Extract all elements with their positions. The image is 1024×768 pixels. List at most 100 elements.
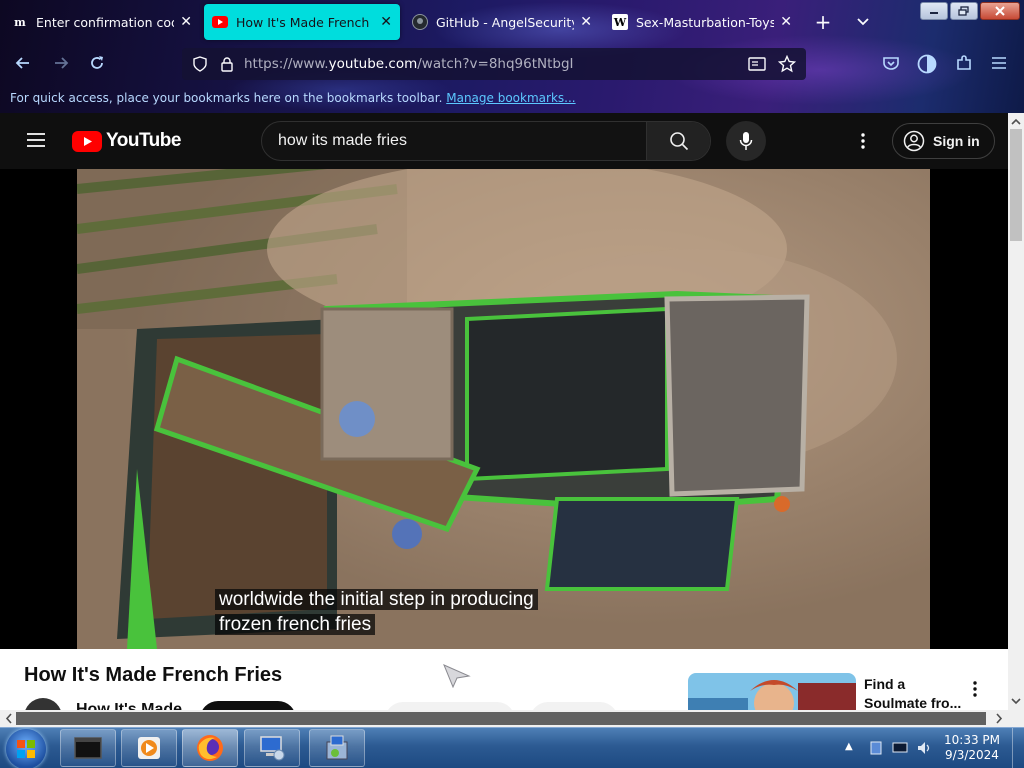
tab-wikipedia[interactable]: W Sex-Masturbation-Toys Co ✕ [604,4,800,40]
restore-button[interactable] [950,2,978,20]
video-player[interactable]: worldwide the initial step in producing … [77,169,930,649]
tab-label: Enter confirmation code | M [36,14,174,30]
video-frame-harvester [77,169,930,649]
chevron-down-icon [857,18,869,26]
start-button[interactable] [6,729,46,768]
minimize-button[interactable] [920,2,948,20]
url-bar[interactable]: https://www.youtube.com/watch?v=8hq96tNt… [182,48,806,80]
pocket-icon [883,57,899,70]
settings-more-button[interactable] [856,131,870,155]
caption-line-2: frozen french fries [215,614,376,635]
vertical-scrollbar[interactable] [1008,113,1024,710]
vertical-scroll-thumb[interactable] [1010,129,1022,241]
bookmark-star-icon[interactable] [778,55,796,73]
clock-time: 10:33 PM [944,733,1000,747]
sign-in-label: Sign in [933,133,980,149]
tab-medium[interactable]: m Enter confirmation code | M ✕ [4,4,200,40]
caption-line-1: worldwide the initial step in producing [215,589,538,610]
lock-icon[interactable] [220,56,234,72]
hamburger-icon [27,133,45,147]
tab-github[interactable]: GitHub - AngelSecurityTea ✕ [404,4,600,40]
tray-expand-icon[interactable]: ▲ [845,741,853,752]
new-tab-button[interactable]: + [808,4,838,40]
clock-date: 9/3/2024 [945,748,999,762]
manage-bookmarks-link[interactable]: Manage bookmarks... [446,91,575,105]
scroll-left-icon[interactable] [2,710,16,727]
share-button[interactable] [530,702,618,710]
account-button[interactable] [916,54,938,76]
list-all-tabs-button[interactable] [848,4,878,40]
pocket-button[interactable] [880,54,902,76]
horizontal-scrollbar[interactable] [0,710,1008,727]
subscribe-button[interactable] [200,701,296,710]
recommended-title-line-2: Soulmate fro... [864,695,962,710]
firefox-icon [197,735,223,761]
youtube-play-icon [72,130,102,152]
youtube-header: YouTube Sign in [0,113,1008,169]
show-desktop-button[interactable] [1012,728,1024,768]
medium-m-icon: m [14,15,26,29]
close-tab-icon[interactable]: ✕ [780,14,792,30]
letterbox-right [930,169,1008,649]
youtube-icon [212,14,228,30]
scroll-up-icon[interactable] [1008,115,1024,129]
extensions-button[interactable] [953,54,975,76]
close-tab-icon[interactable]: ✕ [180,14,192,30]
url-prefix: https://www. [244,56,329,72]
user-circle-icon [903,130,925,152]
forward-arrow-icon [55,57,69,69]
youtube-logo[interactable]: YouTube [72,130,181,152]
system-clock[interactable]: 10:33 PM 9/3/2024 [944,733,1000,763]
recommended-title[interactable]: Find a Soulmate fro... [864,675,974,710]
shield-icon[interactable] [192,56,208,72]
network-computer-icon [260,736,285,761]
close-tab-icon[interactable]: ✕ [580,14,592,30]
back-arrow-icon [15,57,29,69]
installer-icon [326,735,348,760]
media-player-icon [138,737,160,759]
bookmarks-toolbar: For quick access, place your bookmarks h… [10,91,576,105]
recommended-thumbnail[interactable] [688,673,856,710]
scroll-down-icon[interactable] [1008,694,1024,708]
tray-device-icon[interactable] [868,740,884,756]
voice-search-button[interactable] [726,121,766,161]
menu-button[interactable] [988,54,1010,76]
back-button[interactable] [12,54,34,76]
forward-button[interactable] [50,54,72,76]
taskbar-terminal[interactable] [60,729,116,767]
recommended-more-button[interactable] [968,679,982,703]
taskbar-installer[interactable] [309,729,365,767]
tab-youtube[interactable]: How It's Made French Fries ✕ [204,4,400,40]
plus-icon: + [814,10,832,34]
search-button[interactable] [646,122,710,160]
sign-in-button[interactable]: Sign in [892,123,995,159]
terminal-icon [74,737,102,759]
vertical-dots-icon [973,681,977,697]
reload-button[interactable] [86,54,108,76]
horizontal-scroll-thumb[interactable] [16,712,986,725]
github-icon [412,14,428,30]
taskbar-firefox[interactable] [182,729,238,767]
channel-avatar[interactable] [24,698,62,710]
vertical-dots-icon [861,133,865,149]
close-tab-icon[interactable]: ✕ [380,14,392,30]
like-dislike-button[interactable] [385,702,515,710]
search-input[interactable] [262,122,646,160]
nav-toolbar: https://www.youtube.com/watch?v=8hq96tNt… [0,44,1024,86]
bookmarks-hint: For quick access, place your bookmarks h… [10,91,443,105]
tray-monitor-icon[interactable] [892,740,908,756]
tray-volume-icon[interactable] [916,740,932,756]
wikipedia-icon: W [612,14,628,30]
taskbar-network[interactable] [244,729,300,767]
close-icon [995,6,1005,16]
reader-view-icon[interactable] [748,56,766,72]
taskbar-media-player[interactable] [121,729,177,767]
channel-name[interactable]: How It's Made [76,701,182,710]
url-path: /watch?v=8hq96tNtbgI [417,56,574,72]
search-icon [669,132,688,151]
account-icon [917,54,937,74]
scroll-right-icon[interactable] [992,710,1006,727]
search-box [261,121,711,161]
guide-menu-button[interactable] [26,131,46,153]
close-window-button[interactable] [980,2,1020,20]
